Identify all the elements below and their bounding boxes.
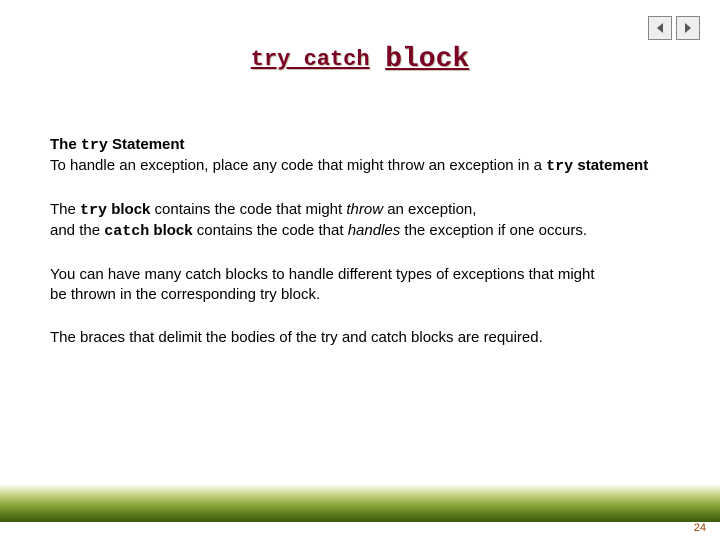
slide: try catch block The try Statement To han…: [0, 0, 720, 540]
prev-button[interactable]: [648, 16, 672, 40]
slide-title: try catch block: [0, 44, 720, 75]
prev-arrow-icon: [653, 21, 667, 35]
next-arrow-icon: [681, 21, 695, 35]
title-block: block: [385, 44, 469, 75]
next-button[interactable]: [676, 16, 700, 40]
title-trycatch: try catch: [251, 47, 370, 72]
nav-arrows: [648, 16, 700, 40]
page-number: 24: [694, 522, 706, 534]
para-3: You can have many catch blocks to handle…: [50, 265, 670, 304]
para-4: The braces that delimit the bodies of th…: [50, 328, 670, 348]
slide-body: The try Statement To handle an exception…: [50, 135, 670, 372]
para-1: The try Statement To handle an exception…: [50, 135, 670, 176]
footer-gradient: [0, 484, 720, 522]
para-2: The try block contains the code that mig…: [50, 200, 670, 241]
